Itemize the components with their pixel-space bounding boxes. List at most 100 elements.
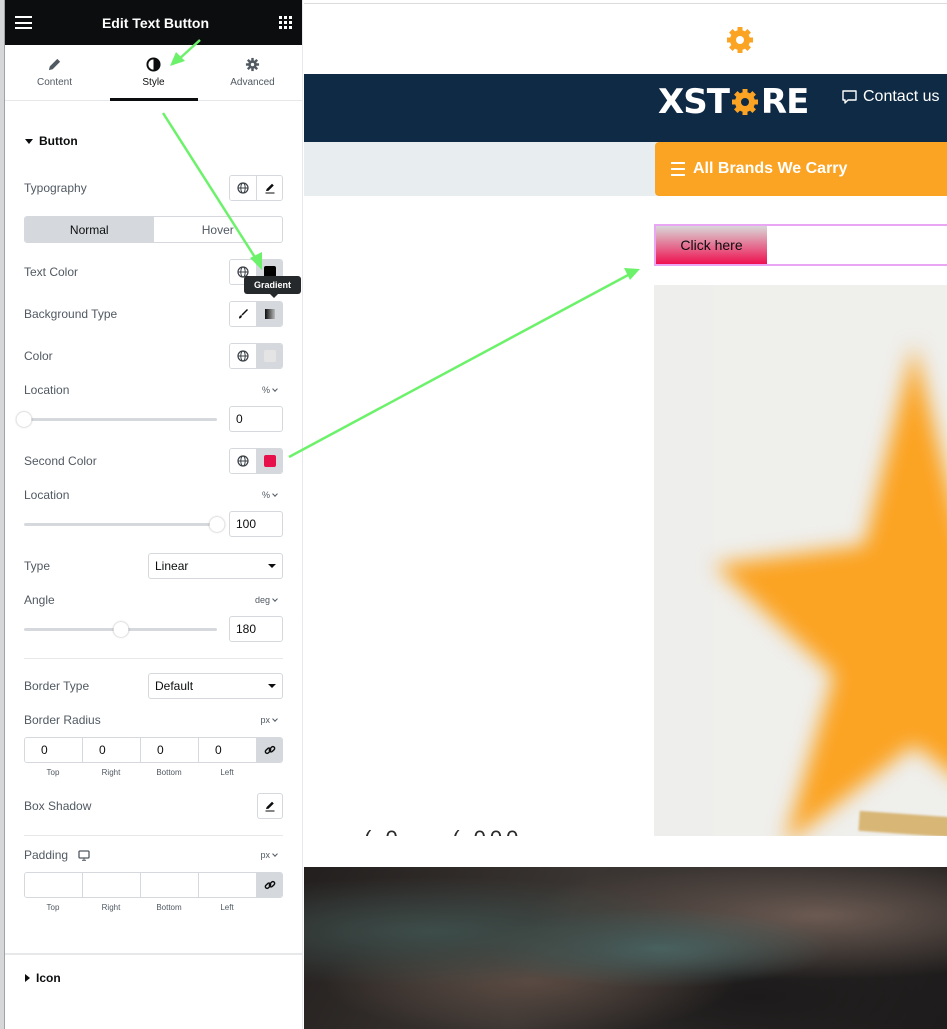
typography-control: Typography [24,175,283,201]
link-values-button[interactable] [257,738,282,762]
gradient-icon [264,309,275,319]
caret-down-icon [25,138,33,144]
typography-buttons [229,175,283,201]
padding-side-labels: Top Right Bottom Left [24,903,264,912]
border-radius-unit-select[interactable]: px [260,715,283,725]
menu-lines-icon [671,162,685,176]
location-2-header: Location % [24,488,283,502]
desktop-icon[interactable] [78,849,90,861]
click-here-button[interactable]: Click here [656,226,767,264]
background-gradient-button[interactable] [256,302,282,326]
type-select-value: Linear [155,559,189,573]
border-radius-right-input[interactable]: 0 [83,738,141,762]
padding-unit-select[interactable]: px [260,850,283,860]
slider-handle[interactable] [209,517,225,532]
slider-handle[interactable] [16,412,32,427]
tab-content-label: Content [36,77,73,88]
angle-slider[interactable] [24,622,217,637]
section-separator [5,953,303,955]
chevron-down-icon [272,385,278,392]
widgets-grid-icon[interactable] [279,16,292,29]
padding-top-input[interactable] [25,873,83,897]
location-1-unit-select[interactable]: % [262,385,283,395]
angle-header: Angle deg [24,593,283,607]
dim-label-top: Top [46,768,60,777]
padding-bottom-input[interactable] [141,873,199,897]
angle-input[interactable]: 180 [229,616,283,642]
color-picker[interactable] [256,344,282,368]
second-color-swatch [263,455,276,467]
caret-right-icon [25,974,30,982]
edit-typography-button[interactable] [256,176,282,200]
caret-down-icon [268,684,276,688]
border-radius-left-input[interactable]: 0 [199,738,257,762]
angle-unit-select[interactable]: deg [255,595,283,605]
dim-label-left: Left [220,768,234,777]
border-radius-bottom-input[interactable]: 0 [141,738,199,762]
brand-text-right: RE [760,82,809,122]
border-type-select-value: Default [155,679,194,693]
dim-label-right: Right [101,903,121,912]
location-1-label: Location [24,383,70,397]
global-typography-button[interactable] [230,176,256,200]
unit-value: % [261,490,270,500]
section-button-toggle[interactable]: Button [5,134,98,148]
all-brands-button[interactable]: All Brands We Carry [655,142,947,196]
location-2-input[interactable]: 100 [229,511,283,537]
chevron-down-icon [272,715,278,722]
unit-value: deg [254,595,270,605]
type-select[interactable]: Linear [148,553,283,579]
slider-handle[interactable] [113,622,128,637]
pencil-icon [265,801,275,812]
text-color-label: Text Color [24,265,79,279]
location-2-slider[interactable] [24,517,225,532]
divider [24,835,283,836]
border-radius-inputs: 0 0 0 0 [24,737,283,763]
location-1-header: Location % [24,383,283,397]
contact-us-link[interactable]: Contact us [841,88,939,106]
location-1-input[interactable]: 0 [229,406,283,432]
contrast-icon [146,57,161,72]
page-preview: XST RE Contact us All Brands We Carry Cl… [304,0,947,1029]
padding-inputs [24,872,283,898]
type-control: Type Linear [24,553,283,579]
padding-right-input[interactable] [83,873,141,897]
globe-icon [237,455,249,467]
tab-content[interactable]: Content [5,45,104,100]
tab-advanced[interactable]: Advanced [203,45,302,100]
link-values-button[interactable] [257,873,282,897]
border-radius-side-labels: Top Right Bottom Left [24,768,264,777]
unit-value: px [260,715,270,725]
site-logo-gear-icon[interactable] [725,25,755,55]
global-color-button[interactable] [230,344,256,368]
slider-track [24,418,217,421]
brand-logo[interactable]: XST RE [658,82,809,122]
chevron-down-icon [272,490,278,497]
color-buttons [229,343,283,369]
typography-label: Typography [24,181,87,195]
border-type-select[interactable]: Default [148,673,283,699]
location-2-label: Location [24,488,70,502]
state-normal-tab[interactable]: Normal [25,217,154,242]
state-hover-tab[interactable]: Hover [154,217,283,242]
border-radius-top-input[interactable]: 0 [25,738,83,762]
border-radius-label: Border Radius [24,713,101,727]
divider [24,658,283,659]
chevron-down-icon [272,595,278,602]
preview-top-border [304,3,947,4]
padding-left-input[interactable] [199,873,257,897]
location-2-unit-select[interactable]: % [262,490,283,500]
second-color-picker[interactable] [256,449,282,473]
tab-advanced-label: Advanced [230,77,275,88]
panel-tabs: Content Style Advanced [5,45,302,101]
global-color-button[interactable] [230,449,256,473]
type-label: Type [24,559,51,573]
menu-icon[interactable] [15,16,32,29]
location-1-slider[interactable] [16,412,217,427]
tab-style[interactable]: Style [104,45,203,100]
edit-box-shadow-button[interactable] [257,793,283,819]
brush-icon [239,309,248,319]
background-classic-button[interactable] [230,302,256,326]
section-icon-toggle[interactable]: Icon [5,971,81,985]
state-toggle: Normal Hover [24,216,283,243]
